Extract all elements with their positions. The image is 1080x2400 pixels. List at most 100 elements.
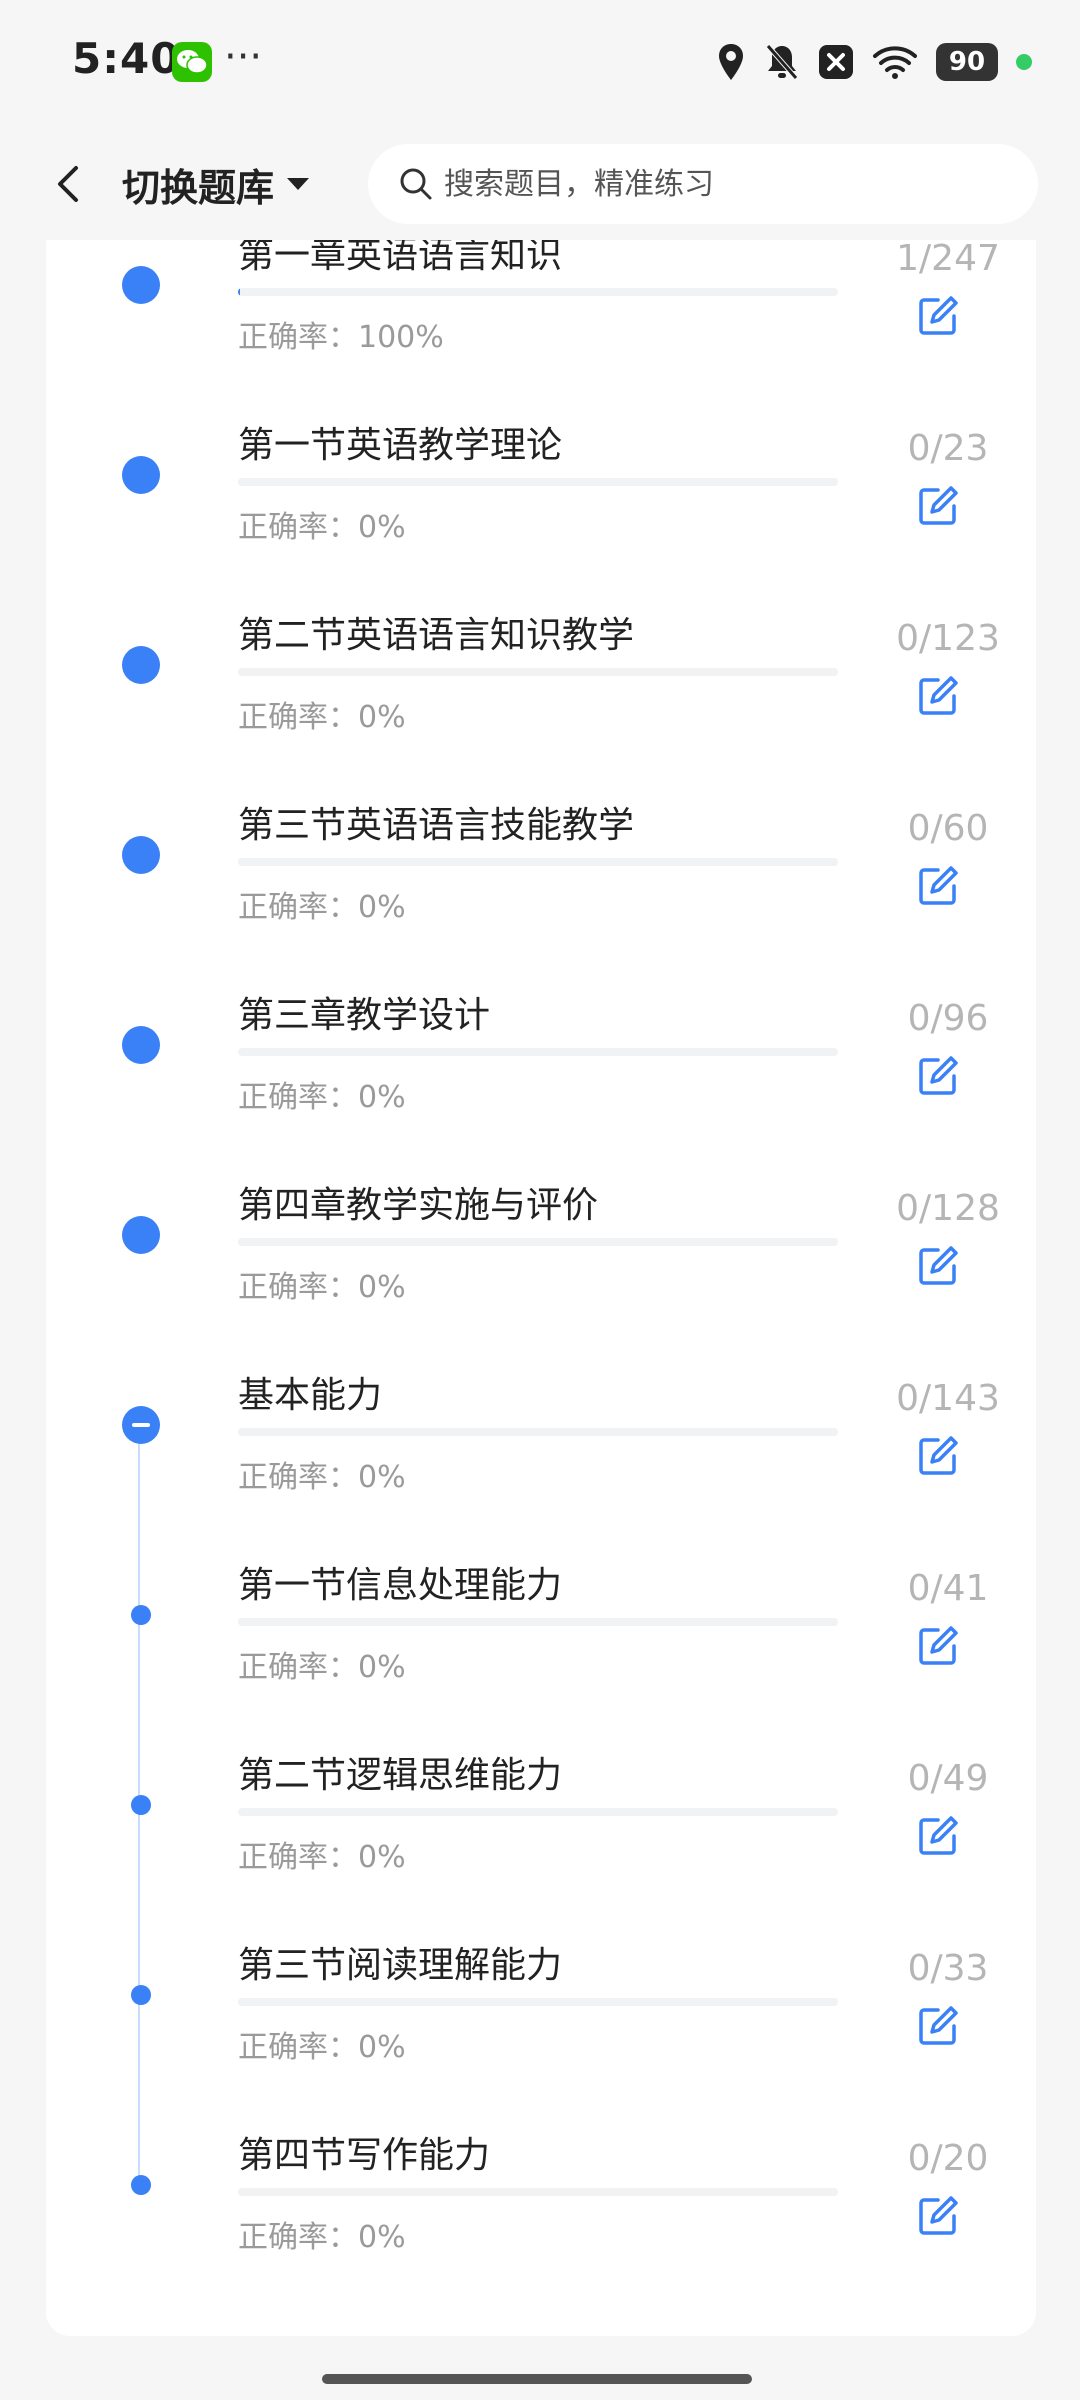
chapter-title: 第三节英语语言技能教学 — [238, 805, 635, 846]
chapter-row[interactable]: 基本能力正确率：0% 0/143 — [46, 1366, 1036, 1556]
progress-bar — [238, 1048, 838, 1056]
progress-bar — [238, 858, 838, 866]
timeline-dot-icon — [122, 456, 160, 494]
collapse-toggle-icon[interactable] — [122, 1406, 160, 1444]
timeline-dot-icon — [122, 646, 160, 684]
accuracy-text: 正确率：0% — [238, 1650, 406, 1685]
practice-edit-icon[interactable] — [914, 1432, 962, 1480]
progress-bar — [238, 1618, 838, 1626]
timeline-dot-icon — [131, 1985, 151, 2005]
search-bar[interactable] — [368, 144, 1038, 224]
question-count: 0/33 — [907, 1948, 989, 1989]
question-count: 0/20 — [907, 2138, 989, 2179]
chapter-title: 第二节逻辑思维能力 — [238, 1755, 563, 1796]
practice-edit-icon[interactable] — [914, 2192, 962, 2240]
wifi-icon — [873, 46, 917, 79]
accuracy-text: 正确率：0% — [238, 1840, 406, 1875]
chapter-row[interactable]: 第一节信息处理能力正确率：0% 0/41 — [46, 1556, 1036, 1746]
chapter-title: 第四节写作能力 — [238, 2135, 491, 2176]
chapter-title: 第三节阅读理解能力 — [238, 1945, 563, 1986]
chapter-row[interactable]: 第一章英语语言知识 正确率：100% 1/247 — [46, 240, 1036, 416]
chapter-title: 第一节英语教学理论 — [238, 425, 563, 466]
timeline-dot-icon — [131, 1605, 151, 1625]
chapter-title: 第一节信息处理能力 — [238, 1565, 563, 1606]
chapter-row[interactable]: 第三节英语语言技能教学正确率：0% 0/60 — [46, 796, 1036, 986]
practice-edit-icon[interactable] — [914, 862, 962, 910]
status-icons: 90 — [716, 38, 1032, 86]
chapter-title: 第四章教学实施与评价 — [238, 1185, 599, 1226]
chapter-title: 基本能力 — [238, 1375, 383, 1416]
question-count: 1/247 — [896, 240, 1000, 279]
chapter-row[interactable]: 第三章教学设计正确率：0% 0/96 — [46, 986, 1036, 1176]
chapter-title: 第三章教学设计 — [238, 995, 491, 1036]
accuracy-text: 正确率：0% — [238, 700, 406, 735]
progress-bar — [238, 1998, 838, 2006]
question-count: 0/60 — [907, 808, 989, 849]
accuracy-text: 正确率：100% — [238, 320, 444, 355]
status-more-dots: ··· — [224, 34, 263, 80]
location-icon — [719, 44, 743, 80]
timeline-dot-icon — [131, 1795, 151, 1815]
question-count: 0/23 — [907, 428, 989, 469]
accuracy-text: 正确率：0% — [238, 1080, 406, 1115]
back-button[interactable] — [40, 154, 100, 214]
chapter-title: 第二节英语语言知识教学 — [238, 615, 635, 656]
question-count: 0/128 — [896, 1188, 1000, 1229]
switch-question-bank-button[interactable]: 切换题库 — [122, 154, 312, 214]
switch-bank-label: 切换题库 — [122, 165, 275, 210]
timeline-dot-icon — [122, 836, 160, 874]
search-input[interactable] — [442, 165, 1006, 203]
chevron-left-icon — [58, 166, 78, 202]
chapter-row[interactable]: 第四节写作能力正确率：0% 0/20 — [46, 2126, 1036, 2316]
chapter-row[interactable]: 第三节阅读理解能力正确率：0% 0/33 — [46, 1936, 1036, 2126]
close-box-icon — [819, 45, 853, 79]
practice-edit-icon[interactable] — [914, 292, 962, 340]
progress-bar — [238, 288, 838, 296]
question-count: 0/49 — [907, 1758, 989, 1799]
practice-edit-icon[interactable] — [914, 482, 962, 530]
question-count: 0/143 — [896, 1378, 1000, 1419]
timeline-dot-icon — [131, 2175, 151, 2195]
progress-bar — [238, 668, 838, 676]
accuracy-text: 正确率：0% — [238, 2030, 406, 2065]
accuracy-text: 正确率：0% — [238, 2220, 406, 2255]
progress-bar — [238, 1808, 838, 1816]
question-count: 0/96 — [907, 998, 989, 1039]
status-bar: 5:40 ··· 90 — [0, 0, 1080, 120]
accuracy-text: 正确率：0% — [238, 1270, 406, 1305]
battery-indicator: 90 — [936, 43, 998, 81]
progress-bar — [238, 1428, 838, 1436]
chapter-row[interactable]: 第二节逻辑思维能力正确率：0% 0/49 — [46, 1746, 1036, 1936]
chapter-list-card: 第一章英语语言知识 正确率：100% 1/247 第一节英语教学理论正确率：0% 0/2… — [46, 240, 1036, 2336]
top-header: 切换题库 — [0, 120, 1080, 250]
chapter-row[interactable]: 第一节英语教学理论正确率：0% 0/23 — [46, 416, 1036, 606]
timeline-dot-icon — [122, 266, 160, 304]
practice-edit-icon[interactable] — [914, 2002, 962, 2050]
question-count: 0/41 — [907, 1568, 989, 1609]
accuracy-text: 正确率：0% — [238, 1460, 406, 1495]
progress-bar — [238, 478, 838, 486]
search-icon — [400, 168, 432, 200]
chapter-row[interactable]: 第四章教学实施与评价正确率：0% 0/128 — [46, 1176, 1036, 1366]
wechat-icon — [172, 42, 212, 82]
charging-dot-icon — [1016, 54, 1032, 70]
home-indicator[interactable] — [322, 2374, 752, 2384]
timeline-dot-icon — [122, 1216, 160, 1254]
caret-down-icon — [287, 178, 310, 190]
practice-edit-icon[interactable] — [914, 1242, 962, 1290]
practice-edit-icon[interactable] — [914, 1622, 962, 1670]
progress-bar — [238, 1238, 838, 1246]
chapter-row[interactable]: 第二节英语语言知识教学正确率：0% 0/123 — [46, 606, 1036, 796]
question-count: 0/123 — [896, 618, 1000, 659]
mute-bell-icon — [766, 44, 798, 80]
progress-fill — [238, 288, 241, 296]
practice-edit-icon[interactable] — [914, 1052, 962, 1100]
chapter-title: 第一章英语语言知识 — [238, 240, 563, 276]
practice-edit-icon[interactable] — [914, 1812, 962, 1860]
progress-bar — [238, 2188, 838, 2196]
accuracy-text: 正确率：0% — [238, 510, 406, 545]
status-time: 5:40 — [72, 34, 181, 83]
practice-edit-icon[interactable] — [914, 672, 962, 720]
timeline-dot-icon — [122, 1026, 160, 1064]
accuracy-text: 正确率：0% — [238, 890, 406, 925]
